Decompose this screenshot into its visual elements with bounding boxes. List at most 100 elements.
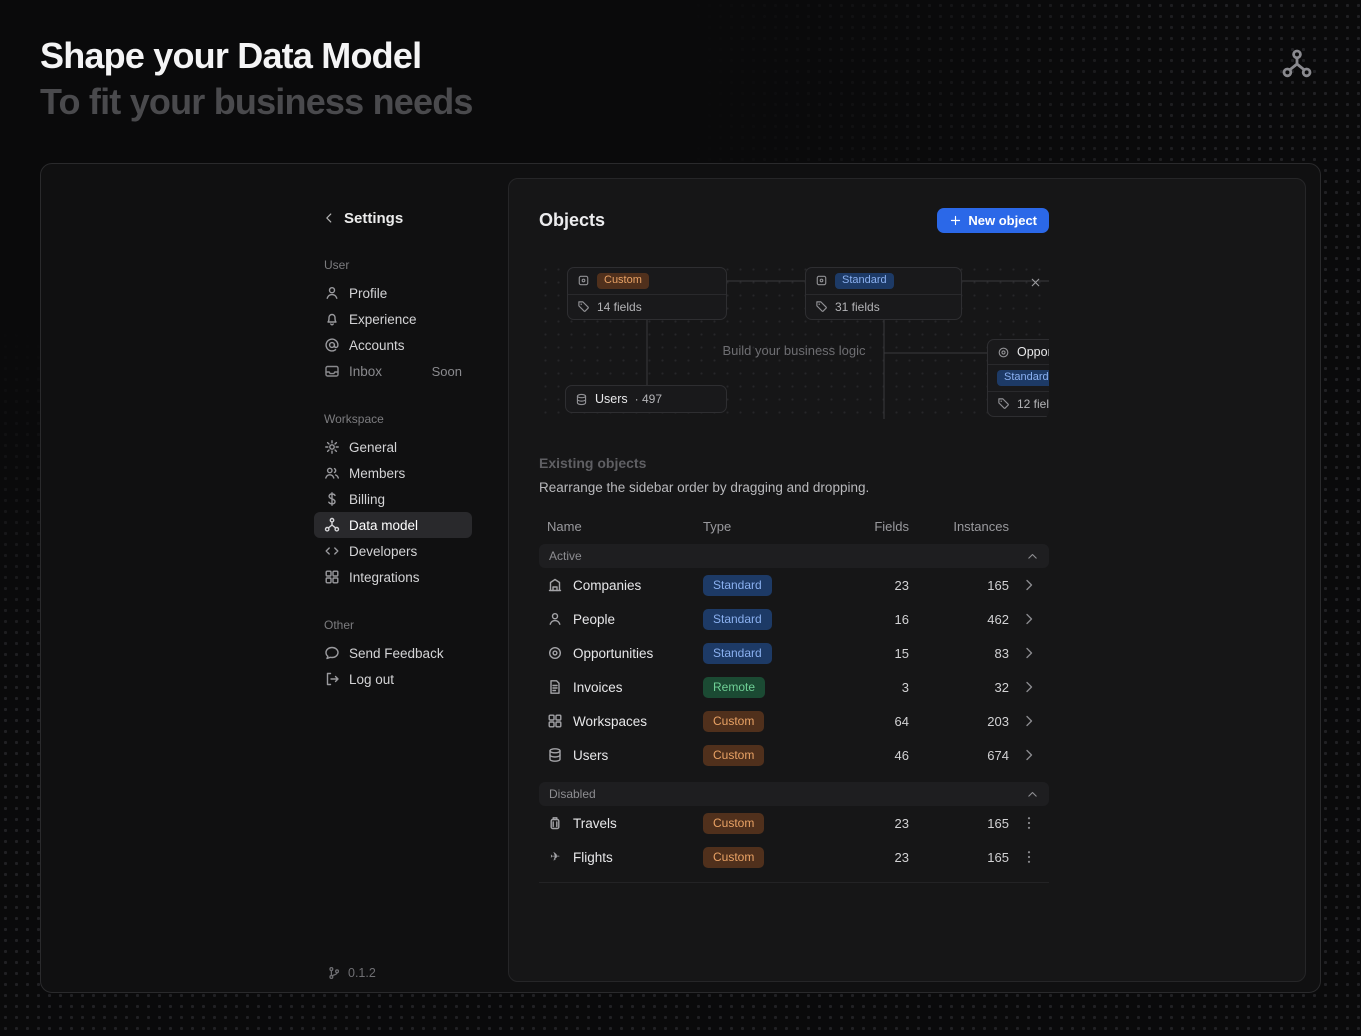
existing-objects-heading: Existing objects <box>539 455 1049 471</box>
chevron-right-icon[interactable] <box>1021 747 1037 763</box>
more-menu-icon[interactable] <box>1021 849 1037 865</box>
instances-value: 165 <box>909 850 1009 865</box>
group-label: Disabled <box>549 787 596 801</box>
close-icon[interactable] <box>1029 276 1042 289</box>
more-menu-icon[interactable] <box>1021 815 1037 831</box>
object-row-users[interactable]: Users Custom 46 674 <box>539 738 1049 772</box>
chevron-right-icon[interactable] <box>1021 611 1037 627</box>
database-icon <box>575 393 588 406</box>
new-object-button[interactable]: New object <box>937 208 1049 233</box>
hero-title: Shape your Data Model <box>40 33 473 79</box>
instances-value: 83 <box>909 646 1009 661</box>
object-row-companies[interactable]: Companies Standard 23 165 <box>539 568 1049 602</box>
data-model-icon <box>324 517 340 533</box>
sidebar-item-log-out[interactable]: Log out <box>314 666 472 692</box>
fields-value: 16 <box>829 612 909 627</box>
hero-subtitle: To fit your business needs <box>40 79 473 125</box>
target-icon <box>547 645 563 661</box>
apps-grid-icon <box>324 569 340 585</box>
chevron-right-icon[interactable] <box>1021 577 1037 593</box>
type-badge: Custom <box>703 711 764 732</box>
fields-count: 14 fields <box>597 300 642 314</box>
table-header: Name Type Fields Instances <box>539 519 1049 534</box>
sidebar-item-label: Developers <box>349 544 417 559</box>
version-number: 0.1.2 <box>348 966 376 980</box>
object-row-opportunities[interactable]: Opportunities Standard 15 83 <box>539 636 1049 670</box>
objects-title: Objects <box>539 210 605 231</box>
canvas-node-custom[interactable]: Custom 14 fields <box>567 267 727 320</box>
database-icon <box>547 747 563 763</box>
objects-panel: Objects New object Custom <box>508 178 1306 982</box>
sidebar-item-send-feedback[interactable]: Send Feedback <box>314 640 472 666</box>
instances-value: 674 <box>909 748 1009 763</box>
sidebar-item-general[interactable]: General <box>314 434 472 460</box>
node-title: Opportunities <box>1017 345 1049 359</box>
fields-value: 46 <box>829 748 909 763</box>
fields-value: 3 <box>829 680 909 695</box>
settings-sidebar: Settings User Profile Experience Account… <box>314 164 472 992</box>
user-icon <box>547 611 563 627</box>
apps-grid-icon <box>547 713 563 729</box>
fields-count: 31 fields <box>835 300 880 314</box>
group-header-active[interactable]: Active <box>539 544 1049 568</box>
type-badge: Custom <box>703 745 764 766</box>
new-object-label: New object <box>968 213 1037 228</box>
canvas-node-opportunities[interactable]: Opportunities Standard 12 fields <box>987 339 1049 417</box>
group-label: Active <box>549 549 582 563</box>
sidebar-item-data-model[interactable]: Data model <box>314 512 472 538</box>
type-badge: Custom <box>597 273 649 289</box>
git-branch-icon <box>327 966 341 980</box>
column-name: Name <box>547 519 703 534</box>
soon-badge: Soon <box>432 364 462 379</box>
sidebar-section-other: Other <box>314 618 472 632</box>
chevron-right-icon[interactable] <box>1021 679 1037 695</box>
sidebar-item-label: Members <box>349 466 405 481</box>
building-icon <box>547 577 563 593</box>
group-header-disabled[interactable]: Disabled <box>539 782 1049 806</box>
objects-header: Objects New object <box>539 207 1049 233</box>
sidebar-item-experience[interactable]: Experience <box>314 306 472 332</box>
plane-icon: ✈ <box>547 849 563 865</box>
canvas-node-users[interactable]: Users · 497 <box>565 385 727 413</box>
sidebar-item-label: Experience <box>349 312 417 327</box>
object-row-invoices[interactable]: Invoices Remote 3 32 <box>539 670 1049 704</box>
object-box-icon <box>815 274 828 287</box>
sidebar-item-profile[interactable]: Profile <box>314 280 472 306</box>
users-icon <box>324 465 340 481</box>
sidebar-item-billing[interactable]: Billing <box>314 486 472 512</box>
document-icon <box>547 679 563 695</box>
data-model-logo-icon <box>1281 48 1313 80</box>
app-version: 0.1.2 <box>317 966 376 980</box>
inbox-icon <box>324 363 340 379</box>
object-box-icon <box>577 274 590 287</box>
sidebar-item-developers[interactable]: Developers <box>314 538 472 564</box>
type-badge: Custom <box>703 847 764 868</box>
type-badge: Standard <box>997 370 1049 386</box>
instances-value: 203 <box>909 714 1009 729</box>
sidebar-item-label: Accounts <box>349 338 405 353</box>
sidebar-item-integrations[interactable]: Integrations <box>314 564 472 590</box>
sidebar-item-label: Integrations <box>349 570 420 585</box>
settings-back-button[interactable]: Settings <box>314 208 472 228</box>
sidebar-item-label: General <box>349 440 397 455</box>
instances-value: 165 <box>909 578 1009 593</box>
object-row-people[interactable]: People Standard 16 462 <box>539 602 1049 636</box>
canvas-node-standard[interactable]: Standard 31 fields <box>805 267 962 320</box>
instances-value: 462 <box>909 612 1009 627</box>
object-row-travels[interactable]: Travels Custom 23 165 <box>539 806 1049 840</box>
object-row-workspaces[interactable]: Workspaces Custom 64 203 <box>539 704 1049 738</box>
chevron-right-icon[interactable] <box>1021 645 1037 661</box>
chevron-right-icon[interactable] <box>1021 713 1037 729</box>
data-model-canvas[interactable]: Custom 14 fields Standard 31 fields <box>539 263 1049 419</box>
sidebar-item-label: Log out <box>349 672 394 687</box>
sidebar-item-label: Billing <box>349 492 385 507</box>
type-badge: Standard <box>835 273 894 289</box>
fields-value: 64 <box>829 714 909 729</box>
column-instances: Instances <box>909 519 1009 534</box>
at-sign-icon <box>324 337 340 353</box>
sidebar-item-label: Data model <box>349 518 418 533</box>
sidebar-item-members[interactable]: Members <box>314 460 472 486</box>
sidebar-item-accounts[interactable]: Accounts <box>314 332 472 358</box>
node-count: · 497 <box>635 392 662 406</box>
object-row-flights[interactable]: ✈ Flights Custom 23 165 <box>539 840 1049 874</box>
